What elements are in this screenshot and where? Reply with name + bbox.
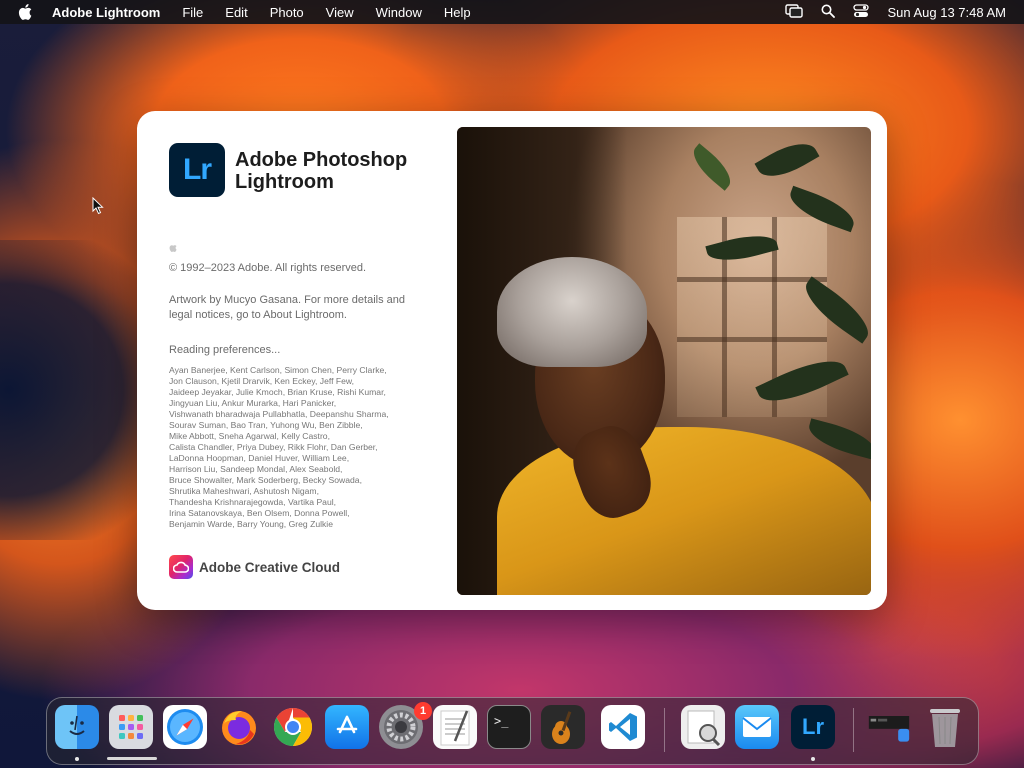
dock-separator (853, 708, 854, 752)
credit-line: Shrutika Maheshwari, Ashutosh Nigam, (169, 486, 319, 496)
creative-cloud-icon (169, 555, 193, 579)
preview-icon[interactable] (681, 705, 725, 749)
artwork-credit: Artwork by Mucyo Gasana. For more detail… (169, 294, 405, 321)
credit-line: Calista Chandler, Priya Dubey, Rikk Floh… (169, 442, 378, 452)
lightroom-splash-window: Lr Adobe Photoshop Lightroom © 1992–2023… (137, 111, 887, 610)
menu-edit[interactable]: Edit (225, 5, 247, 20)
credit-line: Vishwanath bharadwaja Pullabhatla, Deepa… (169, 409, 389, 419)
recent-window-icon[interactable] (867, 705, 911, 749)
mouse-cursor-icon (92, 196, 104, 220)
trash-icon[interactable] (923, 705, 967, 749)
credit-line: Irina Satanovskaya, Ben Olsem, Donna Pow… (169, 508, 350, 518)
dock-separator (664, 708, 665, 752)
lightroom-dock-text: Lr (802, 714, 824, 739)
credit-line: Sourav Suman, Bao Tran, Yuhong Wu, Ben Z… (169, 420, 363, 430)
menu-photo[interactable]: Photo (270, 5, 304, 20)
copyright-text: © 1992–2023 Adobe. All rights reserved. (169, 262, 367, 274)
creative-cloud-label: Adobe Creative Cloud (199, 559, 341, 575)
finder-icon[interactable] (55, 705, 99, 749)
lightroom-icon[interactable]: Lr (791, 705, 835, 749)
lightroom-logo-icon: Lr (169, 143, 225, 197)
screen-mirroring-icon[interactable] (785, 3, 804, 21)
product-name: Adobe Photoshop Lightroom (235, 149, 408, 193)
chrome-icon[interactable] (271, 705, 315, 749)
lightroom-running-indicator (811, 757, 815, 761)
credit-line: Bruce Showalter, Mark Soderberg, Becky S… (169, 475, 362, 485)
apple-menu-icon[interactable] (18, 4, 36, 20)
menu-app-name[interactable]: Adobe Lightroom (52, 5, 160, 20)
credit-line: Thandesha Krishnarajegowda, Vartika Paul… (169, 497, 337, 507)
menu-file[interactable]: File (182, 5, 203, 20)
terminal-icon[interactable]: >_ (487, 705, 531, 749)
garageband-icon[interactable] (541, 705, 585, 749)
splash-artwork-image (457, 127, 871, 595)
credit-line: LaDonna Hoopman, Daniel Huver, William L… (169, 453, 350, 463)
textedit-icon[interactable] (433, 705, 477, 749)
launchpad-scroll-indicator (107, 757, 157, 760)
app-store-icon[interactable] (325, 705, 369, 749)
finder-running-indicator (75, 757, 79, 761)
loading-status: Reading preferences... (169, 344, 281, 356)
apple-logo-icon (169, 239, 177, 257)
credit-line: Harrison Liu, Sandeep Mondal, Alex Seabo… (169, 464, 343, 474)
launchpad-icon[interactable] (109, 705, 153, 749)
team-credits: Ayan Banerjee, Kent Carlson, Simon Chen,… (169, 365, 431, 530)
credit-line: Benjamin Warde, Barry Young, Greg Zulkie (169, 519, 333, 529)
lightroom-logo-text: Lr (183, 153, 212, 186)
menu-bar: Adobe Lightroom File Edit Photo View Win… (0, 0, 1024, 24)
terminal-prompt: >_ (494, 714, 509, 728)
firefox-icon[interactable] (217, 705, 261, 749)
safari-icon[interactable] (163, 705, 207, 749)
credit-line: Jon Clauson, Kjetil Drarvik, Ken Eckey, … (169, 376, 354, 386)
spotlight-search-icon[interactable] (821, 4, 836, 21)
control-center-icon[interactable] (853, 3, 870, 21)
credit-line: Ayan Banerjee, Kent Carlson, Simon Chen,… (169, 365, 387, 375)
credit-line: Mike Abbott, Sneha Agarwal, Kelly Castro… (169, 431, 330, 441)
vscode-icon[interactable] (601, 705, 645, 749)
credit-line: Jaideep Jeyakar, Julie Kmoch, Brian Krus… (169, 387, 386, 397)
creative-cloud-brand: Adobe Creative Cloud (169, 555, 340, 579)
credit-line: Jingyuan Liu, Ankur Murarka, Hari Panick… (169, 398, 337, 408)
system-settings-badge: 1 (414, 702, 432, 720)
menu-view[interactable]: View (326, 5, 354, 20)
dock: 1 >_ Lr (46, 697, 979, 765)
menu-bar-clock[interactable]: Sun Aug 13 7:48 AM (887, 5, 1006, 20)
menu-help[interactable]: Help (444, 5, 471, 20)
menu-window[interactable]: Window (376, 5, 422, 20)
mail-icon[interactable] (735, 705, 779, 749)
